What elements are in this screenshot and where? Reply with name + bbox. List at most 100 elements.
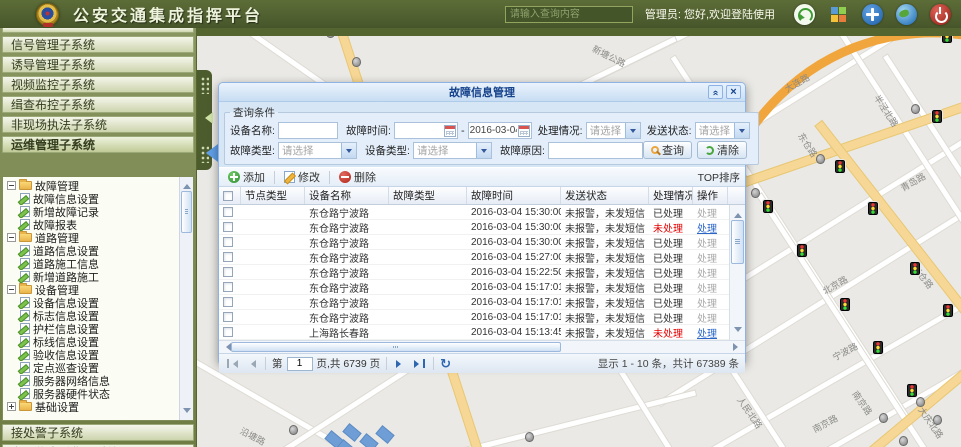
fault-type-select[interactable]: 请选择: [278, 142, 357, 159]
camera-marker[interactable]: [352, 57, 361, 67]
top-sort-link[interactable]: TOP排序: [698, 170, 740, 185]
traffic-light-marker[interactable]: [868, 202, 878, 215]
close-window-button[interactable]: ×: [726, 85, 741, 99]
collapse-toggle-icon[interactable]: [7, 181, 16, 190]
scroll-right-icon[interactable]: [733, 343, 742, 351]
handle-link[interactable]: 处理: [697, 205, 717, 219]
table-horizontal-scrollbar[interactable]: [219, 340, 745, 353]
h-scrollbar-thumb[interactable]: [231, 342, 561, 352]
traffic-light-marker[interactable]: [932, 110, 942, 123]
camera-marker[interactable]: [899, 436, 908, 446]
tree-folder[interactable]: 设备管理: [5, 283, 177, 296]
clear-button[interactable]: 清除: [697, 141, 747, 159]
row-checkbox[interactable]: [223, 222, 233, 232]
dropdown-arrow-icon[interactable]: [625, 123, 640, 138]
column-header[interactable]: 设备名称: [305, 187, 389, 204]
column-header[interactable]: 处理情况: [649, 187, 693, 204]
tree-leaf[interactable]: 故障报表: [5, 218, 177, 231]
tree-leaf[interactable]: 标线信息设置: [5, 335, 177, 348]
table-row[interactable]: 东仓路宁波路2016-03-04 15:17:01未报警，未发短信已处理处理: [219, 295, 745, 310]
calendar-icon[interactable]: [444, 125, 456, 137]
tree-leaf[interactable]: 故障信息设置: [5, 192, 177, 205]
camera-marker[interactable]: [911, 104, 920, 114]
table-row[interactable]: 东仓路宁波路2016-03-04 15:30:00未报警，未发短信未处理处理: [219, 220, 745, 235]
refresh-icon[interactable]: ↻: [440, 357, 451, 370]
traffic-light-marker[interactable]: [840, 298, 850, 311]
handle-link[interactable]: 处理: [697, 220, 717, 234]
tree-leaf[interactable]: 服务器硬件状态: [5, 387, 177, 400]
tree-leaf[interactable]: 新增道路施工: [5, 270, 177, 283]
power-icon[interactable]: [930, 4, 951, 25]
fault-time-from-field[interactable]: [394, 122, 458, 139]
traffic-light-marker[interactable]: [835, 160, 845, 173]
table-row[interactable]: 东仓路宁波路2016-03-04 15:17:01未报警，未发短信已处理处理: [219, 310, 745, 325]
page-number-input[interactable]: [287, 357, 313, 371]
sidebar-item[interactable]: 运维管理子系统: [2, 136, 194, 153]
table-row[interactable]: 东仓路宁波路2016-03-04 15:17:01未报警，未发短信已处理处理: [219, 280, 745, 295]
dropdown-arrow-icon[interactable]: [476, 143, 491, 158]
column-header[interactable]: 故障类型: [389, 187, 467, 204]
tree-leaf[interactable]: 服务器网络信息: [5, 374, 177, 387]
tree-folder[interactable]: 道路管理: [5, 231, 177, 244]
v-scrollbar-thumb[interactable]: [731, 220, 744, 264]
row-checkbox[interactable]: [223, 207, 233, 217]
scroll-left-icon[interactable]: [222, 343, 231, 351]
traffic-light-marker[interactable]: [910, 262, 920, 275]
camera-marker[interactable]: [289, 425, 298, 435]
sidebar-item[interactable]: 视频监控子系统: [2, 76, 194, 93]
scroll-up-icon[interactable]: [734, 209, 742, 218]
tree-leaf[interactable]: 护栏信息设置: [5, 322, 177, 335]
edit-button[interactable]: 修改: [280, 168, 324, 186]
camera-marker[interactable]: [751, 188, 760, 198]
dropdown-arrow-icon[interactable]: [341, 143, 356, 158]
camera-marker[interactable]: [933, 415, 942, 425]
row-checkbox[interactable]: [223, 237, 233, 247]
tree-leaf[interactable]: 道路信息设置: [5, 244, 177, 257]
camera-marker[interactable]: [525, 432, 534, 442]
tree-folder[interactable]: 故障管理: [5, 179, 177, 192]
traffic-light-marker[interactable]: [797, 244, 807, 257]
camera-marker[interactable]: [816, 154, 825, 164]
traffic-light-marker[interactable]: [943, 304, 953, 317]
sidebar-item[interactable]: 缉查布控子系统: [2, 96, 194, 113]
tree-leaf[interactable]: 新增故障记录: [5, 205, 177, 218]
traffic-light-marker[interactable]: [763, 200, 773, 213]
column-header[interactable]: 故障时间: [467, 187, 561, 204]
handle-link[interactable]: 处理: [697, 325, 717, 339]
traffic-light-marker[interactable]: [873, 341, 883, 354]
tree-leaf[interactable]: 标志信息设置: [5, 309, 177, 322]
scroll-down-icon[interactable]: [734, 327, 742, 336]
handle-link[interactable]: 处理: [697, 295, 717, 309]
device-name-input[interactable]: [278, 122, 338, 139]
delete-button[interactable]: 删除: [335, 168, 380, 186]
column-header[interactable]: 节点类型: [241, 187, 305, 204]
sidebar-item[interactable]: 非现场执法子系统: [2, 116, 194, 133]
send-status-select[interactable]: 请选择: [695, 122, 750, 139]
row-checkbox[interactable]: [223, 297, 233, 307]
row-checkbox[interactable]: [223, 327, 233, 337]
date-from-input[interactable]: [395, 124, 444, 137]
recycle-icon[interactable]: [794, 4, 815, 25]
tree-leaf[interactable]: 道路施工信息: [5, 257, 177, 270]
handle-status-select[interactable]: 请选择: [586, 122, 641, 139]
sidebar-item[interactable]: 接处警子系统: [2, 424, 194, 441]
tree-folder[interactable]: 基础设置: [5, 400, 177, 413]
row-checkbox[interactable]: [223, 312, 233, 322]
row-checkbox[interactable]: [223, 252, 233, 262]
tree-leaf[interactable]: 定点巡查设置: [5, 361, 177, 374]
handle-link[interactable]: 处理: [697, 235, 717, 249]
device-type-select[interactable]: 请选择: [413, 142, 492, 159]
next-page-button[interactable]: [393, 356, 408, 371]
sidebar-item[interactable]: 诱导管理子系统: [2, 56, 194, 73]
date-to-input[interactable]: [469, 124, 518, 137]
table-row[interactable]: 东仓路宁波路2016-03-04 15:22:50未报警，未发短信已处理处理: [219, 265, 745, 280]
handle-link[interactable]: 处理: [697, 280, 717, 294]
table-row[interactable]: 东仓路宁波路2016-03-04 15:30:00未报警，未发短信已处理处理: [219, 235, 745, 250]
window-titlebar[interactable]: 故障信息管理 » ×: [219, 83, 745, 102]
column-header[interactable]: 操作: [693, 187, 728, 204]
calendar-icon[interactable]: [518, 125, 530, 137]
apps-grid-icon[interactable]: [828, 4, 849, 25]
scroll-down-icon[interactable]: [183, 408, 191, 417]
first-page-button[interactable]: [225, 356, 240, 371]
fault-time-to-field[interactable]: [468, 122, 532, 139]
